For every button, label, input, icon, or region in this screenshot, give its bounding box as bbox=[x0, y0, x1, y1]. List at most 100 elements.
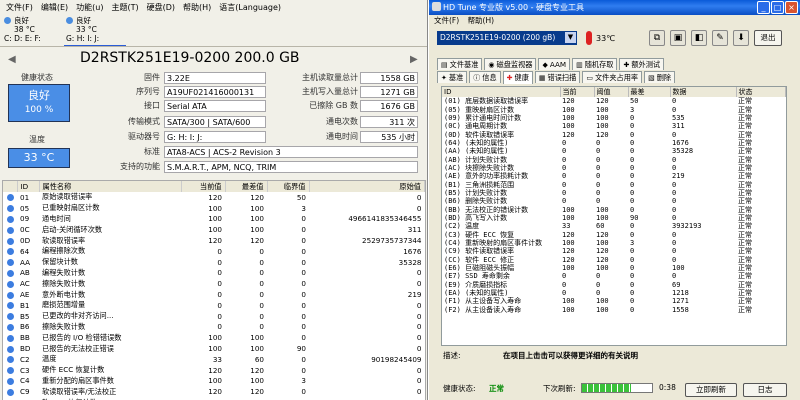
menu-file[interactable]: 文件(F) bbox=[2, 2, 37, 13]
tab-aam[interactable]: ◆ AAM bbox=[538, 58, 571, 70]
table-row[interactable]: C3 硬件 ECC 恢复计数 120 120 0 0 bbox=[3, 365, 425, 376]
col-worst[interactable]: 最差 bbox=[628, 87, 671, 97]
exit-button[interactable]: 退出 bbox=[754, 30, 782, 46]
table-row[interactable]: C4 重新分配的扇区事件数 100 100 3 0 bbox=[3, 376, 425, 387]
attr-worst: 100 bbox=[250, 203, 264, 213]
menu-disk[interactable]: 硬盘(D) bbox=[143, 2, 179, 13]
screenshot-icon[interactable]: ◧ bbox=[691, 30, 707, 46]
copy-icon[interactable]: ⧉ bbox=[649, 30, 665, 46]
menu-theme[interactable]: 主题(T) bbox=[107, 2, 142, 13]
table-row[interactable]: (E6) 巨磁阻磁头振幅 100 100 0 100 正常 bbox=[442, 264, 786, 272]
col-id[interactable]: ID bbox=[17, 181, 40, 192]
table-row[interactable]: (B6) 删除失败计数 0 0 0 0 正常 bbox=[442, 197, 786, 205]
table-row[interactable]: (0C) 通电周期计数 100 100 0 311 正常 bbox=[442, 122, 786, 130]
col-threshold[interactable]: 阈值 bbox=[594, 87, 629, 97]
table-row[interactable]: 09 通电时间 100 100 0 4966141835346455 bbox=[3, 214, 425, 225]
table-row[interactable]: (01) 底层数据读取错误率 120 120 50 0 正常 bbox=[442, 97, 786, 105]
tab-benchmark[interactable]: ✦ 基准 bbox=[437, 71, 468, 83]
col-status[interactable]: 状态 bbox=[736, 87, 786, 97]
table-row[interactable]: (AC) 块擦除失败计数 0 0 0 0 正常 bbox=[442, 164, 786, 172]
col-name[interactable]: 属性名称 bbox=[39, 181, 182, 192]
table-row[interactable]: (F2) 从主设备读入寿命 100 100 0 1558 正常 bbox=[442, 306, 786, 314]
log-button[interactable]: 日志 bbox=[743, 383, 787, 397]
table-row[interactable]: 64 编程擦除次数 0 0 0 1676 bbox=[3, 246, 425, 257]
col-data[interactable]: 数据 bbox=[670, 87, 737, 97]
col-threshold[interactable]: 临界值 bbox=[267, 181, 310, 192]
drive-tab-1[interactable]: 良好 38 °C C: D: E: F: bbox=[2, 15, 64, 46]
table-row[interactable]: B6 擦除失败计数 0 0 0 0 bbox=[3, 322, 425, 333]
download-icon[interactable]: ⬇ bbox=[733, 30, 749, 46]
tab-disk-monitor[interactable]: ◉ 磁盘监视器 bbox=[484, 58, 537, 70]
menu-help[interactable]: 帮助(H) bbox=[465, 16, 498, 25]
table-row[interactable]: (05) 重映射扇区计数 100 100 3 0 正常 bbox=[442, 105, 786, 114]
col-current[interactable]: 当前值 bbox=[181, 181, 226, 192]
table-row[interactable]: (AE) 意外的功率损耗计数 0 0 0 219 正常 bbox=[442, 172, 786, 180]
drive-dropdown[interactable]: D2RSTK251E19-0200 (200 gB) ▼ bbox=[437, 31, 577, 45]
table-row[interactable]: (AB) 计划失败计数 0 0 0 0 正常 bbox=[442, 155, 786, 164]
menu-language[interactable]: 语言(Language) bbox=[215, 2, 285, 13]
tab-file-benchmark[interactable]: ▤ 文件基准 bbox=[437, 58, 483, 70]
col-current[interactable]: 当前 bbox=[560, 87, 595, 97]
table-row[interactable]: (BD) 高飞写入计数 100 100 90 0 正常 bbox=[442, 214, 786, 222]
tab-folder-usage[interactable]: ▭ 文件夹占用率 bbox=[582, 71, 643, 83]
menu-help[interactable]: 帮助(H) bbox=[179, 2, 215, 13]
tab-error-scan[interactable]: ▦ 错误扫描 bbox=[534, 71, 581, 83]
serial-value: A19UF021416000131 bbox=[164, 86, 266, 98]
tab-health[interactable]: ✚ 健康 bbox=[502, 71, 533, 84]
table-row[interactable]: 0D 软读取错误率 120 120 0 2529735737344 bbox=[3, 235, 425, 246]
table-row[interactable]: 0C 启动-关闭循环次数 100 100 0 311 bbox=[3, 224, 425, 235]
table-row[interactable]: BB 已报告的 I/O 检错错误数 100 100 0 0 bbox=[3, 332, 425, 343]
table-row[interactable]: (C2) 温度 33 60 0 3932193 正常 bbox=[442, 222, 786, 230]
menu-file[interactable]: 文件(F) bbox=[431, 16, 462, 25]
table-row[interactable]: C9 软读取错误率/无法校正 120 120 0 0 bbox=[3, 386, 425, 397]
save-icon[interactable]: ▣ bbox=[670, 30, 686, 46]
table-row[interactable]: 01 原始读取错误率 120 120 50 0 bbox=[3, 192, 425, 203]
table-row[interactable]: B5 已更改的非对齐访问... 0 0 0 0 bbox=[3, 311, 425, 322]
menu-edit[interactable]: 编辑(E) bbox=[37, 2, 72, 13]
drive-tab-2[interactable]: 良好 33 °C G: H: I: J: bbox=[64, 15, 126, 46]
tab-random-access[interactable]: ▥ 随机存取 bbox=[572, 58, 618, 70]
table-row[interactable]: (C9) 软件读取错误率 120 120 0 0 正常 bbox=[442, 247, 786, 255]
table-row[interactable]: BD 已报告的无法校正错误 100 100 90 0 bbox=[3, 343, 425, 354]
tab-erase[interactable]: ▧ 删除 bbox=[644, 71, 676, 83]
table-row[interactable]: (C4) 重新映射的扇区事件计数 100 100 3 0 正常 bbox=[442, 239, 786, 247]
tab-extra-tests[interactable]: ✚ 额外测试 bbox=[619, 58, 665, 70]
table-row[interactable]: (F1) 从主设备写入寿命 100 100 0 1271 正常 bbox=[442, 297, 786, 305]
table-row[interactable]: (B1) 三角洲损耗范围 0 0 0 0 正常 bbox=[442, 180, 786, 189]
table-row[interactable]: 05 已重映射扇区计数 100 100 3 0 bbox=[3, 203, 425, 214]
table-row[interactable]: C2 温度 33 60 0 90198245409 bbox=[3, 354, 425, 365]
refresh-now-button[interactable]: 立即刷新 bbox=[685, 383, 737, 397]
table-row[interactable]: B1 磨损范围增量 0 0 0 0 bbox=[3, 300, 425, 311]
menu-function[interactable]: 功能(u) bbox=[72, 2, 107, 13]
attr-threshold: 0 bbox=[596, 138, 601, 147]
tab-info[interactable]: ⓘ 信息 bbox=[469, 71, 501, 83]
table-row[interactable]: (0D) 软件读取错误率 120 120 0 0 正常 bbox=[442, 130, 786, 139]
table-row[interactable]: (EA) (未知的属性) 0 0 0 1218 正常 bbox=[442, 289, 786, 297]
col-raw[interactable]: 原始值 bbox=[309, 181, 425, 192]
table-row[interactable]: (64) (未知的属性) 0 0 0 1676 正常 bbox=[442, 139, 786, 147]
col-id[interactable]: ID bbox=[442, 87, 561, 97]
attr-name: 硬件 ECC 恢复计数 bbox=[42, 365, 105, 375]
table-row[interactable]: (BB) 无法校正的错误计数 100 100 0 0 正常 bbox=[442, 205, 786, 214]
table-row[interactable]: (CC) 软件 ECC 修正 120 120 0 0 正常 bbox=[442, 256, 786, 264]
table-row[interactable]: (09) 累计通电时间计数 100 100 0 535 正常 bbox=[442, 114, 786, 122]
table-row[interactable]: AC 擦除失败计数 0 0 0 0 bbox=[3, 278, 425, 289]
options-icon[interactable]: ✎ bbox=[712, 30, 728, 46]
table-row[interactable]: (E9) 介质磨损指标 0 0 0 69 正常 bbox=[442, 281, 786, 289]
health-status-badge[interactable]: 良好 100 % bbox=[8, 84, 70, 122]
table-row[interactable]: AE 意外断电计数 0 0 0 219 bbox=[3, 289, 425, 300]
table-row[interactable]: (C3) 硬件 ECC 恢复 120 120 0 0 正常 bbox=[442, 231, 786, 239]
table-row[interactable]: (E7) SSD 寿命剩余 0 0 0 0 正常 bbox=[442, 272, 786, 280]
table-row[interactable]: AB 编程失败计数 0 0 0 0 bbox=[3, 268, 425, 279]
table-row[interactable]: AA 保留块计数 0 0 0 35328 bbox=[3, 257, 425, 268]
prev-disk-icon[interactable]: ◀ bbox=[8, 54, 16, 65]
col-worst[interactable]: 最差值 bbox=[225, 181, 268, 192]
maximize-icon[interactable]: □ bbox=[771, 1, 784, 14]
minimize-icon[interactable]: _ bbox=[757, 1, 770, 14]
tab-label: 磁盘监视器 bbox=[496, 60, 533, 69]
close-icon[interactable]: × bbox=[785, 1, 798, 14]
table-row[interactable]: (B5) 计划失败计数 0 0 0 0 正常 bbox=[442, 189, 786, 197]
next-disk-icon[interactable]: ▶ bbox=[410, 54, 418, 65]
table-row[interactable]: (AA) (未知的属性) 0 0 0 35328 正常 bbox=[442, 147, 786, 155]
attr-threshold: 100 bbox=[596, 105, 609, 114]
